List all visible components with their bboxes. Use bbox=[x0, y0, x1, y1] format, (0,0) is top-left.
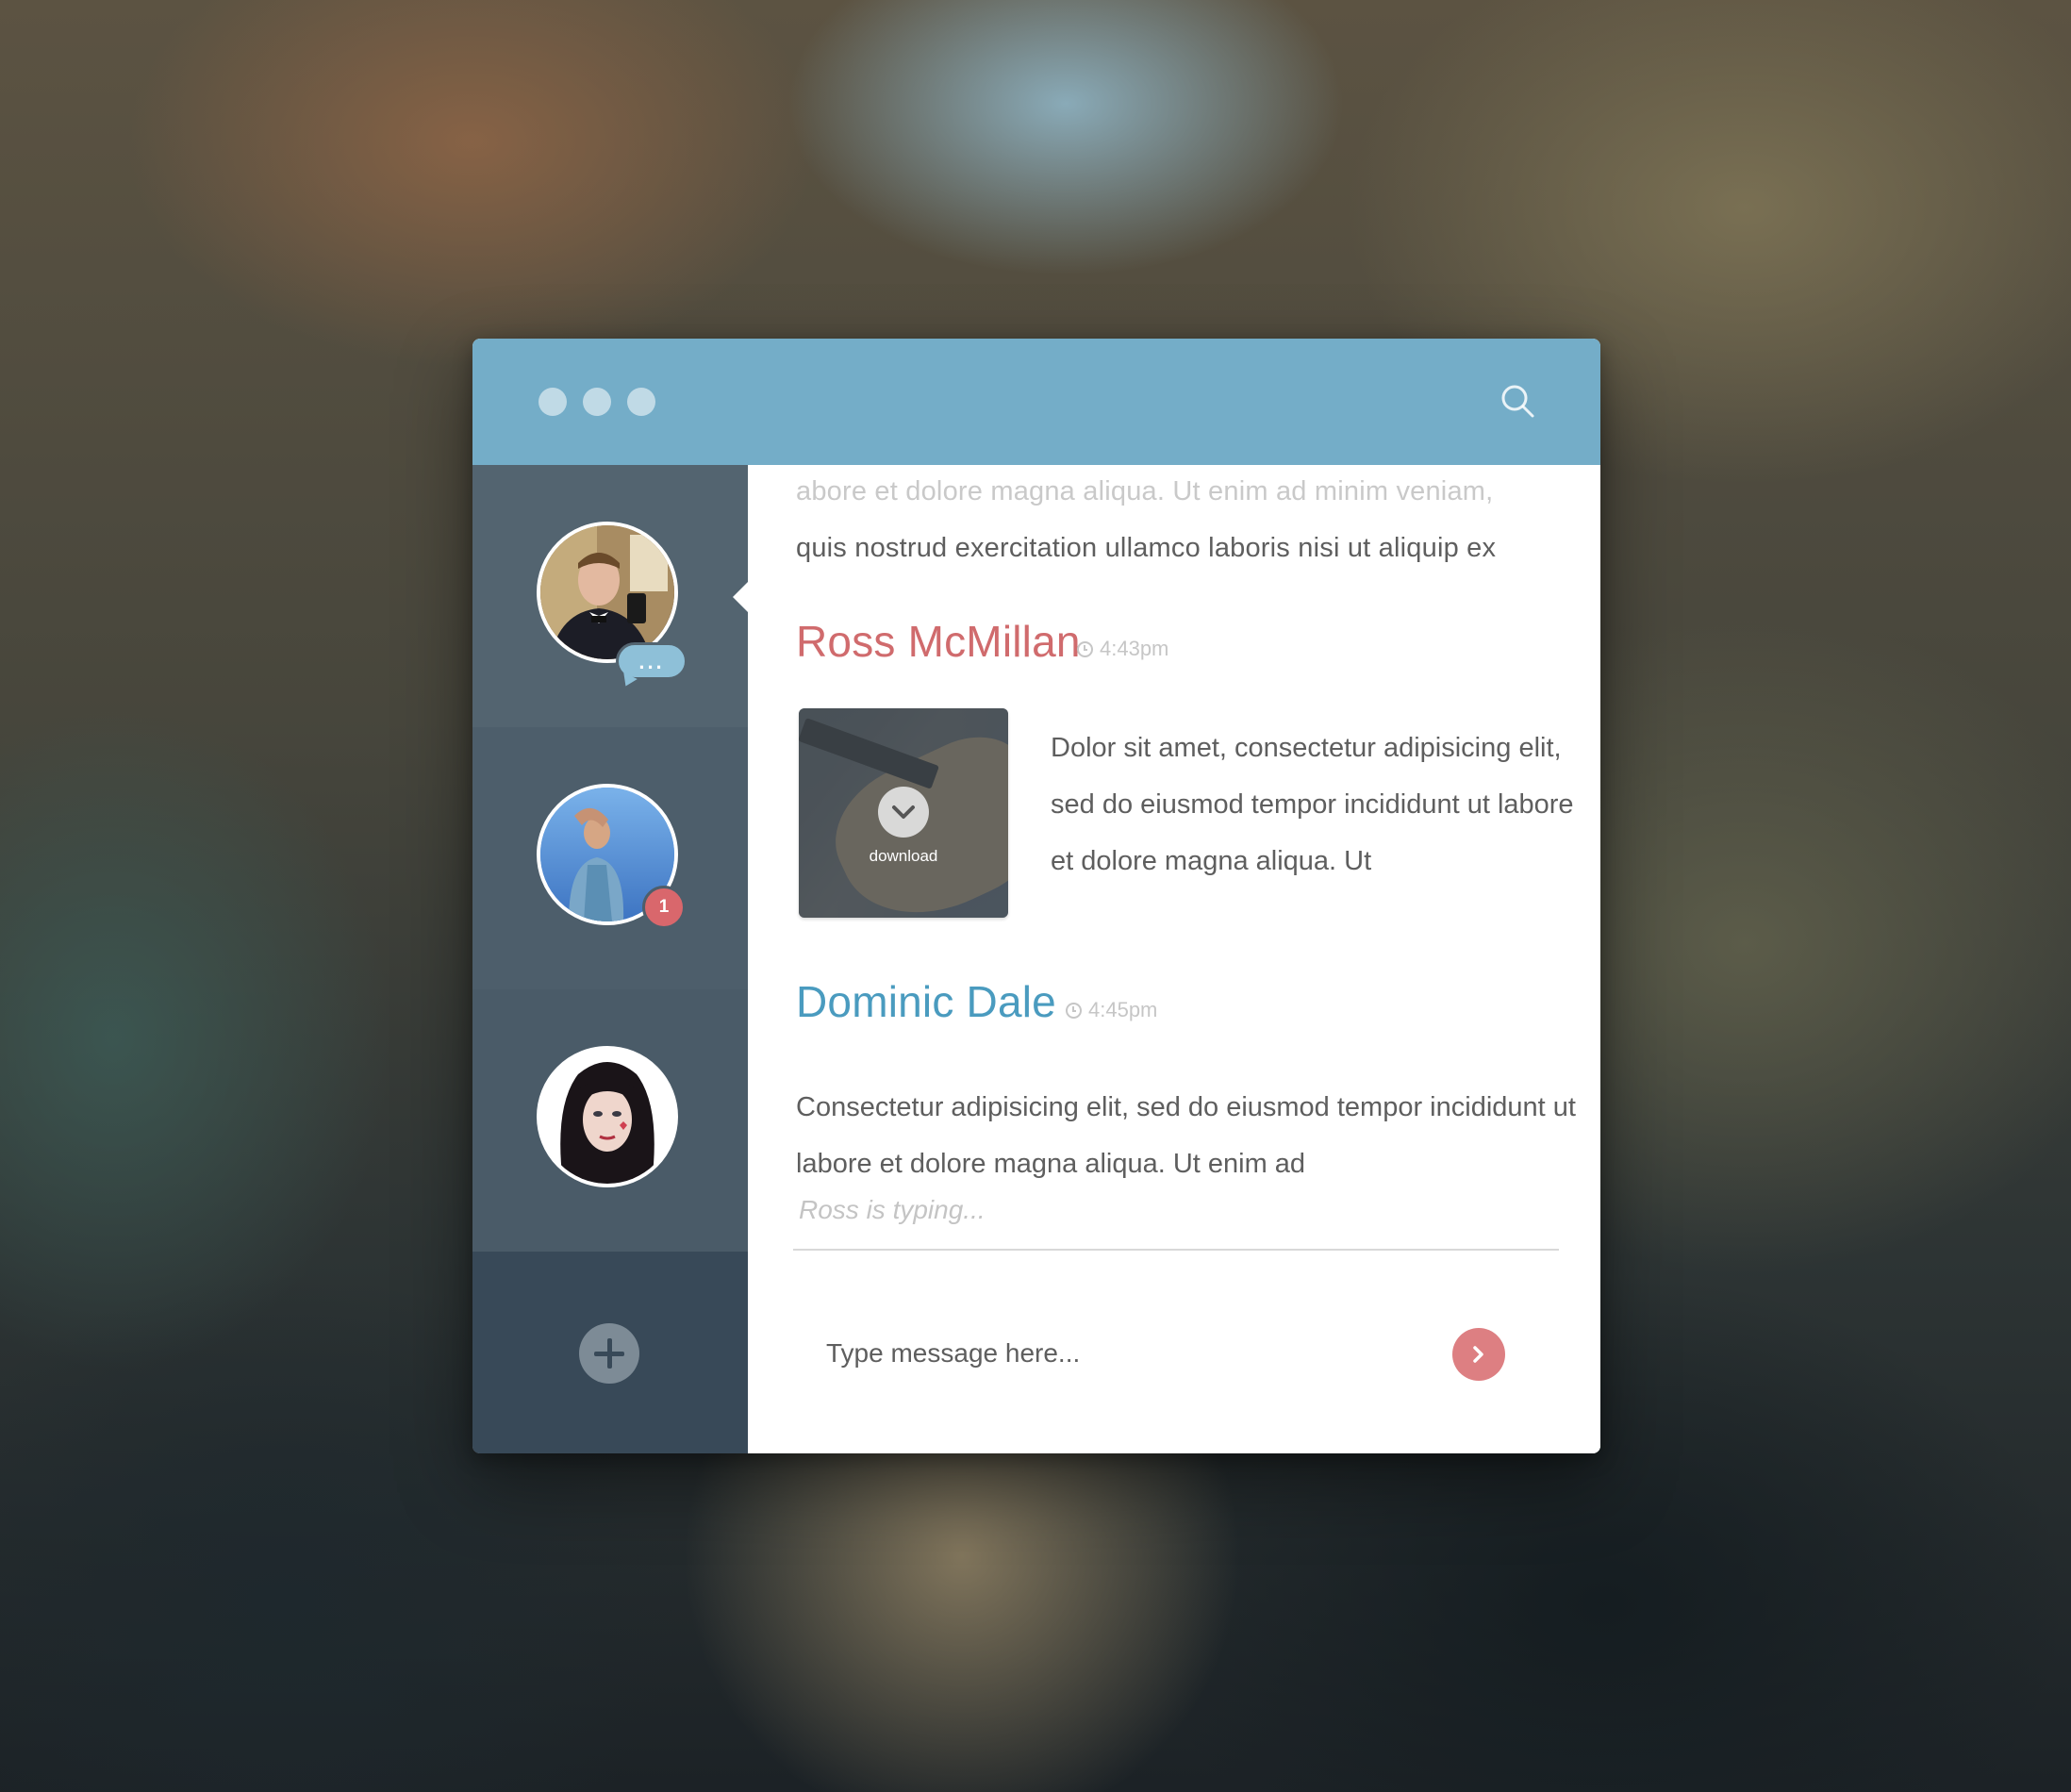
message-input[interactable] bbox=[826, 1330, 1439, 1377]
message-timestamp: 4:45pm bbox=[1066, 998, 1157, 1022]
chat-panel: abore et dolore magna aliqua. Ut enim ad… bbox=[748, 465, 1600, 1453]
sender-name[interactable]: Dominic Dale bbox=[796, 976, 1056, 1027]
chat-window: ... 1 abore et dolore magna aliqua. Ut e… bbox=[472, 339, 1600, 1453]
active-contact-pointer bbox=[733, 582, 748, 612]
image-attachment[interactable]: download bbox=[799, 708, 1008, 918]
clock-icon bbox=[1077, 641, 1093, 657]
contact-ross[interactable]: ... bbox=[472, 465, 748, 727]
add-contact-area bbox=[472, 1252, 748, 1453]
divider bbox=[793, 1249, 1559, 1251]
message-text: Dolor sit amet, consectetur adipisicing … bbox=[1051, 733, 1574, 876]
contact-item[interactable] bbox=[472, 989, 748, 1252]
message-text: Consectetur adipisicing elit, sed do eiu… bbox=[796, 1092, 1576, 1179]
window-control-dot[interactable] bbox=[627, 388, 655, 416]
unread-badge: 1 bbox=[642, 886, 686, 929]
search-icon[interactable] bbox=[1497, 380, 1538, 422]
sender-name[interactable]: Ross McMillan bbox=[796, 616, 1081, 667]
contacts-sidebar: ... 1 bbox=[472, 465, 748, 1453]
previous-message-line: quis nostrud exercitation ullamco labori… bbox=[796, 533, 1497, 563]
typing-bubble-icon: ... bbox=[616, 642, 688, 680]
avatar bbox=[537, 1046, 678, 1187]
titlebar bbox=[472, 339, 1600, 465]
plus-icon[interactable] bbox=[579, 1323, 639, 1384]
clock-icon bbox=[1066, 1003, 1082, 1019]
send-button[interactable] bbox=[1452, 1328, 1505, 1381]
chevron-down-icon[interactable] bbox=[878, 787, 929, 838]
download-label[interactable]: download bbox=[799, 847, 1008, 866]
typing-indicator: Ross is typing... bbox=[799, 1195, 986, 1224]
window-control-dot[interactable] bbox=[538, 388, 567, 416]
message-timestamp: 4:43pm bbox=[1077, 637, 1168, 661]
contact-item[interactable]: 1 bbox=[472, 727, 748, 989]
previous-message-line: abore et dolore magna aliqua. Ut enim ad… bbox=[796, 476, 1494, 506]
window-control-dot[interactable] bbox=[583, 388, 611, 416]
